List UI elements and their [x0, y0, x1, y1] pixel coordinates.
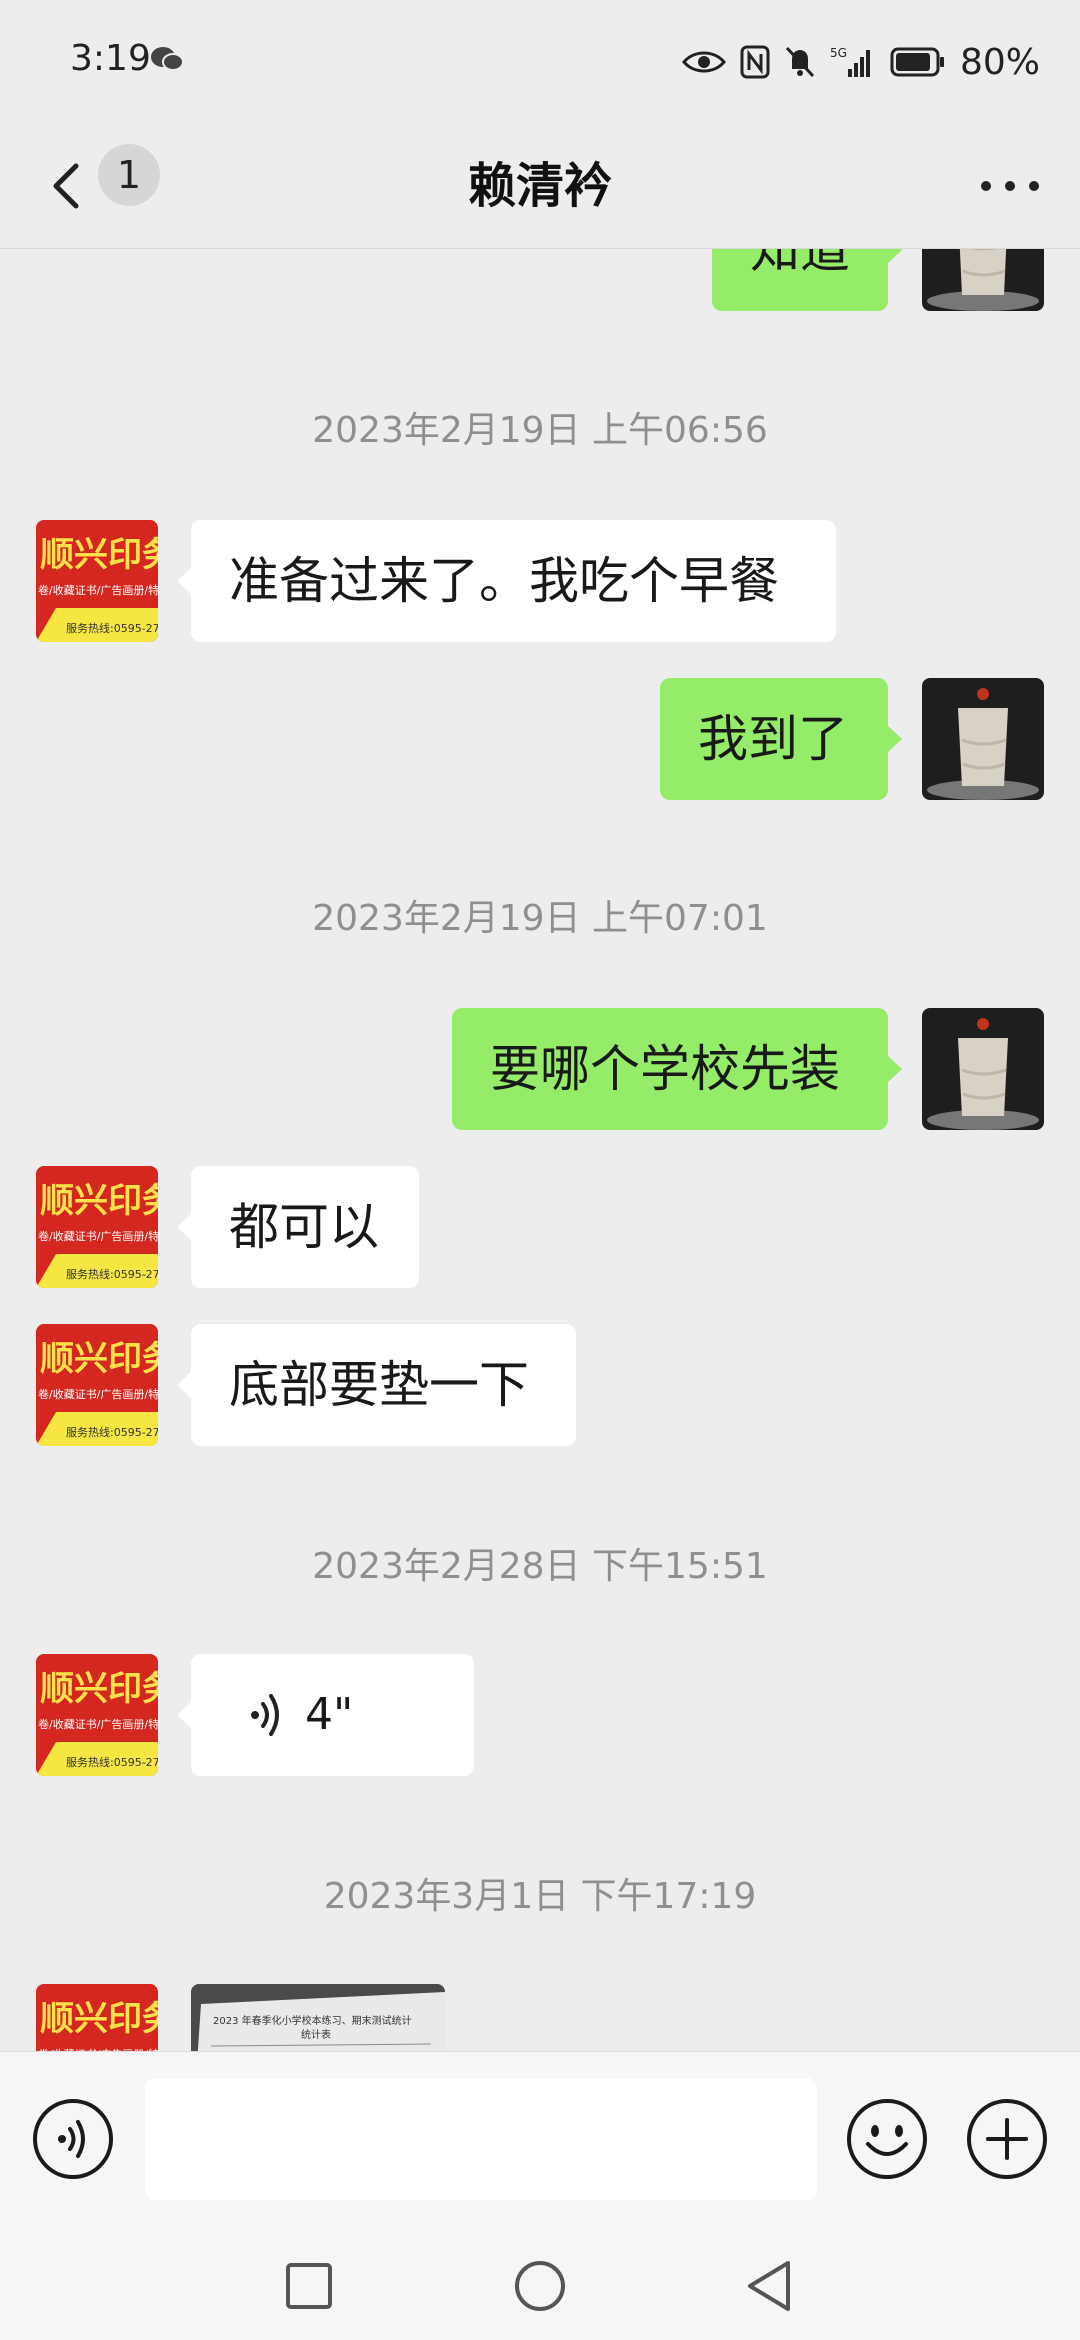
- status-time: 3:19: [70, 38, 151, 79]
- cup-photo-icon: [922, 678, 1044, 800]
- battery-icon: [890, 47, 944, 77]
- my-avatar[interactable]: [922, 1008, 1044, 1130]
- shop-logo-icon: 顺兴印务 卷/收藏证书/广告画册/特 服务热线:0595-27: [36, 1324, 158, 1446]
- eye-icon: [682, 51, 726, 73]
- more-functions-button[interactable]: [966, 2098, 1048, 2180]
- shop-logo-icon: 顺兴印务 卷/收藏证书/广告画册/特 服务热线:0595-27: [36, 1166, 158, 1288]
- my-avatar[interactable]: [922, 249, 1044, 311]
- svg-text:服务热线:0595-27: 服务热线:0595-27: [66, 621, 158, 635]
- voice-duration: 4": [305, 1689, 354, 1740]
- svg-text:卷/收藏证书/广告画册/特: 卷/收藏证书/广告画册/特: [38, 1229, 158, 1243]
- contact-avatar[interactable]: 顺兴印务 卷/收藏证书/广告画册/特 服务热线:0595-27: [36, 520, 158, 642]
- svg-text:服务热线:0595-27: 服务热线:0595-27: [66, 1267, 158, 1281]
- svg-text:卷/收藏证书/广告画册/特: 卷/收藏证书/广告画册/特: [38, 1387, 158, 1401]
- circle-nav-icon[interactable]: [513, 2259, 567, 2313]
- my-avatar[interactable]: [922, 678, 1044, 800]
- emoji-button[interactable]: [846, 2098, 928, 2180]
- message-text: 都可以: [229, 1198, 379, 1256]
- more-icon: [981, 181, 1039, 191]
- svg-text:统计表: 统计表: [301, 2028, 331, 2041]
- cup-photo-icon: [922, 249, 1044, 311]
- svg-text:5G: 5G: [830, 46, 847, 60]
- nfc-icon: [740, 45, 770, 79]
- svg-text:顺兴印务: 顺兴印务: [40, 1999, 158, 2039]
- message-text: 准备过来了。我吃个早餐: [229, 552, 779, 610]
- input-bar: [0, 2051, 1080, 2230]
- svg-text:服务热线:0595-27: 服务热线:0595-27: [66, 1755, 158, 1769]
- svg-text:顺兴印务: 顺兴印务: [40, 1339, 158, 1379]
- document-photo-icon: 2023 年春季化小学校本练习、期末测试统计 统计表: [191, 1984, 445, 2051]
- message-input[interactable]: [145, 2078, 817, 2200]
- message-bubble-received[interactable]: 都可以: [177, 1166, 419, 1288]
- message-list[interactable]: 知道 2023年2月19日 上午06:56 顺兴印务 卷/收藏证书/广告画册/特…: [0, 249, 1080, 2051]
- battery-percent: 80%: [959, 41, 1040, 83]
- message-bubble-sent[interactable]: 我到了: [660, 678, 902, 800]
- voice-wave-icon: [251, 1694, 279, 1736]
- contact-avatar[interactable]: 顺兴印务 卷/收藏证书/广告画册/特 服务热线:0595-27: [36, 1984, 158, 2051]
- voice-message-bubble[interactable]: 4": [177, 1654, 474, 1776]
- triangle-nav-icon[interactable]: [744, 2259, 794, 2313]
- timestamp: 2023年2月19日 上午07:01: [312, 898, 768, 939]
- svg-text:顺兴印务: 顺兴印务: [40, 535, 158, 575]
- wechat-notification-icon: [151, 47, 184, 71]
- photo-message[interactable]: 2023 年春季化小学校本练习、期末测试统计 统计表: [191, 1984, 445, 2051]
- message-bubble-sent[interactable]: 知道: [712, 249, 902, 311]
- timestamp: 2023年2月19日 上午06:56: [312, 410, 768, 451]
- message-text: 要哪个学校先装: [490, 1040, 840, 1098]
- message-text: 知道: [750, 249, 850, 279]
- svg-text:卷/收藏证书/广告画册/特: 卷/收藏证书/广告画册/特: [38, 1717, 158, 1731]
- message-bubble-received[interactable]: 底部要垫一下: [177, 1324, 576, 1446]
- emoji-icon: [847, 2099, 927, 2179]
- signal-icon: 5G: [830, 46, 870, 77]
- contact-avatar[interactable]: 顺兴印务 卷/收藏证书/广告画册/特 服务热线:0595-27: [36, 1654, 158, 1776]
- status-icons: 5G 80%: [682, 32, 1040, 92]
- message-text: 我到了: [698, 710, 848, 768]
- svg-text:顺兴印务: 顺兴印务: [40, 1181, 158, 1221]
- message-bubble-sent[interactable]: 要哪个学校先装: [452, 1008, 902, 1130]
- timestamp: 2023年2月28日 下午15:51: [312, 1546, 768, 1587]
- chat-title: 赖清衿: [467, 158, 612, 214]
- timestamp: 2023年3月1日 下午17:19: [323, 1876, 757, 1917]
- cup-photo-icon: [922, 1008, 1044, 1130]
- square-nav-icon[interactable]: [284, 2261, 334, 2311]
- system-navigation-bar: [0, 2229, 1080, 2340]
- svg-text:顺兴印务: 顺兴印务: [40, 1669, 158, 1709]
- shop-logo-icon: 顺兴印务 卷/收藏证书/广告画册/特 服务热线:0595-27: [36, 1984, 158, 2051]
- plus-icon: [967, 2099, 1047, 2179]
- shop-logo-icon: 顺兴印务 卷/收藏证书/广告画册/特 服务热线:0595-27: [36, 520, 158, 642]
- contact-avatar[interactable]: 顺兴印务 卷/收藏证书/广告画册/特 服务热线:0595-27: [36, 1324, 158, 1446]
- svg-text:卷/收藏证书/广告画册/特: 卷/收藏证书/广告画册/特: [38, 583, 158, 597]
- unread-badge[interactable]: 1: [98, 144, 160, 206]
- message-bubble-received[interactable]: 准备过来了。我吃个早餐: [177, 520, 836, 642]
- status-bar: 3:19 5G 80%: [0, 0, 1080, 124]
- contact-avatar[interactable]: 顺兴印务 卷/收藏证书/广告画册/特 服务热线:0595-27: [36, 1166, 158, 1288]
- voice-icon: [33, 2099, 113, 2179]
- shop-logo-icon: 顺兴印务 卷/收藏证书/广告画册/特 服务热线:0595-27: [36, 1654, 158, 1776]
- more-button[interactable]: [970, 156, 1050, 216]
- svg-text:服务热线:0595-27: 服务热线:0595-27: [66, 1425, 158, 1439]
- svg-text:2023 年春季化小学校本练习、期末测试统计: 2023 年春季化小学校本练习、期末测试统计: [213, 2014, 412, 2027]
- mute-bell-icon: [785, 46, 815, 78]
- voice-input-button[interactable]: [32, 2098, 114, 2180]
- chat-header: 赖清衿: [0, 124, 1080, 249]
- message-text: 底部要垫一下: [229, 1356, 529, 1414]
